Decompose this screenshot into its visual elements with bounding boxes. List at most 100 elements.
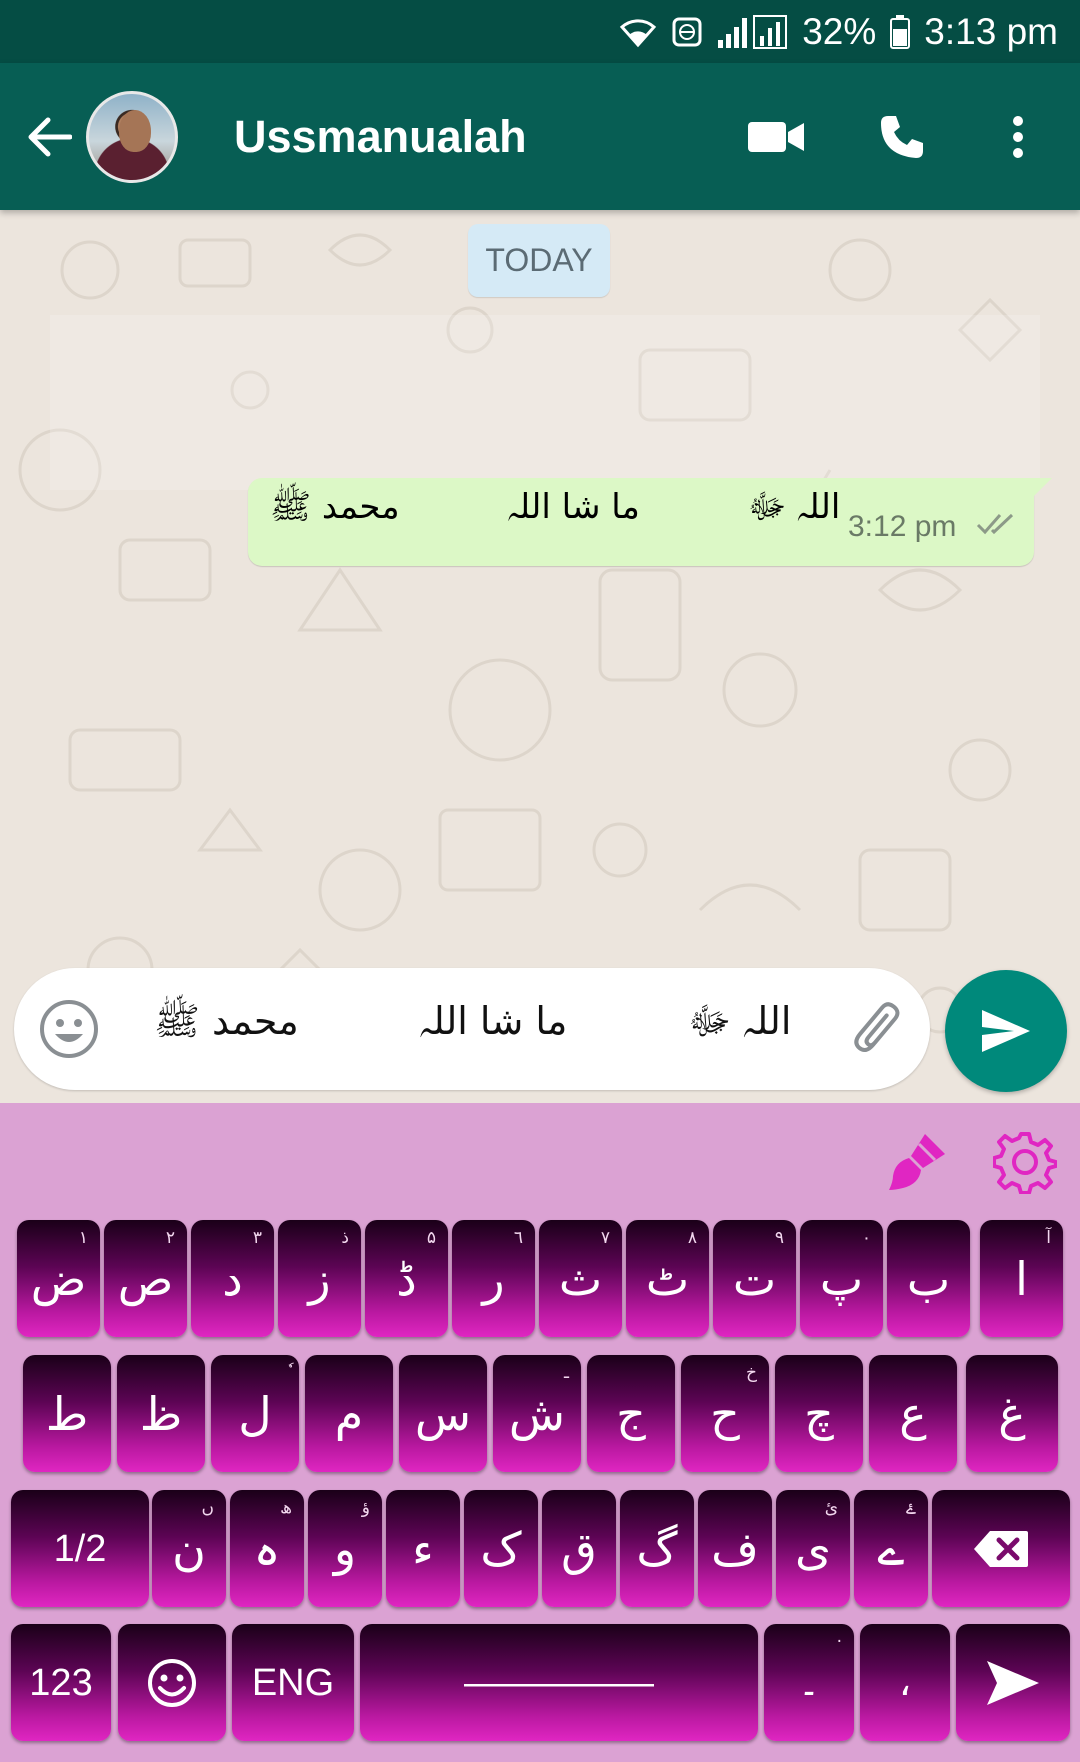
key-label: ح [710,1386,740,1441]
comma-key[interactable]: ، [860,1624,950,1741]
key-hint: ؤ [361,1498,370,1518]
key-label: ————— [464,1661,654,1704]
key-label: 123 [29,1661,93,1704]
video-call-icon[interactable] [728,89,824,185]
key-hint: خ [746,1363,757,1383]
key[interactable]: س [399,1355,487,1472]
key[interactable]: ط [23,1355,111,1472]
key-label: ظ [139,1386,183,1441]
key[interactable]: ج [587,1355,675,1472]
emoji-icon [148,1658,196,1707]
outgoing-message[interactable]: اللہ ﷻ ما شا اللہ محمد ﷺ 3:12 pm [248,478,1052,566]
paperclip-icon[interactable] [850,1000,912,1062]
key-label: د [222,1251,243,1306]
backspace-key[interactable] [932,1490,1070,1607]
key[interactable]: اآ [980,1220,1063,1337]
key[interactable]: گ [620,1490,694,1607]
message-text: اللہ ﷻ ما شا اللہ محمد ﷺ [270,487,841,527]
key[interactable]: نں [152,1490,226,1607]
key-hint: ۹ [774,1228,784,1248]
key[interactable]: غ [966,1355,1058,1472]
key[interactable]: ٹ۸ [626,1220,709,1337]
more-vert-icon[interactable] [970,89,1066,185]
key[interactable]: ہھ [230,1490,304,1607]
key-label: ض [30,1251,87,1306]
wallpaper-band [50,315,1040,490]
key[interactable]: ء [386,1490,460,1607]
key[interactable]: ظ [117,1355,205,1472]
enter-key[interactable] [956,1624,1070,1741]
message-time: 3:12 pm [848,510,957,543]
key-label: ط [45,1386,89,1441]
key-label: ۔ [797,1661,821,1704]
key[interactable]: ث۷ [539,1220,622,1337]
key[interactable]: ےۓ [854,1490,928,1607]
emoji-icon[interactable] [38,998,100,1060]
phone-icon[interactable] [854,89,950,185]
key-label: 1/2 [53,1527,107,1570]
key-label: ر [482,1251,505,1306]
urdu-keyboard: ض۱ص۲د۳زذڈ۵ر٦ث۷ٹ۸ت۹پ۰باآطظلٗمسشـجحخچعغ1/2… [0,1103,1080,1762]
key-label: ع [899,1386,927,1441]
date-divider: TODAY [468,224,610,297]
key-hint: ـ [564,1363,569,1383]
message-input[interactable]: اللہ ﷻ ما شا اللہ محمد ﷺ [154,998,814,1053]
language-key[interactable]: ENG [232,1624,354,1741]
key[interactable]: ڈ۵ [365,1220,448,1337]
key[interactable]: م [305,1355,393,1472]
key-label: ث [558,1251,603,1306]
key-label: س [414,1386,472,1441]
key-label: ب [906,1251,951,1306]
key[interactable]: د۳ [191,1220,274,1337]
key[interactable]: ت۹ [713,1220,796,1337]
page-toggle-key[interactable]: 1/2 [11,1490,149,1607]
key[interactable]: ر٦ [452,1220,535,1337]
key[interactable]: زذ [278,1220,361,1337]
space-key[interactable]: ————— [360,1624,758,1741]
key[interactable]: ق [542,1490,616,1607]
emoji-key[interactable] [118,1624,226,1741]
key[interactable]: ص۲ [104,1220,187,1337]
key[interactable]: حخ [681,1355,769,1472]
numbers-key[interactable]: 123 [11,1624,111,1741]
back-arrow-icon[interactable] [14,102,84,172]
message-composer: اللہ ﷻ ما شا اللہ محمد ﷺ [14,968,930,1090]
key[interactable]: ب [887,1220,970,1337]
key-label: ہ [253,1521,281,1576]
key-label: ENG [251,1661,335,1704]
double-tick-icon [976,513,1014,535]
avatar[interactable] [86,90,178,183]
key-label: ز [308,1251,331,1306]
key[interactable]: ف [698,1490,772,1607]
key[interactable]: ض۱ [17,1220,100,1337]
key-label: غ [998,1386,1026,1441]
key-hint: ٦ [513,1228,523,1248]
key-label: م [334,1386,364,1441]
clock: 3:13 pm [924,10,1058,52]
key[interactable]: ک [464,1490,538,1607]
settings-gear-icon[interactable] [990,1127,1060,1197]
key[interactable]: وؤ [308,1490,382,1607]
key-label: ت [732,1251,777,1306]
key-hint: ھ [280,1498,292,1518]
send-arrow-icon [987,1660,1039,1705]
key[interactable]: ع [869,1355,957,1472]
send-button[interactable] [945,970,1067,1092]
key[interactable]: لٗ [211,1355,299,1472]
key-hint: ں [201,1498,214,1518]
key-label: ء [412,1521,434,1576]
key[interactable]: یئ [776,1490,850,1607]
paintbrush-icon[interactable] [882,1127,952,1197]
key[interactable]: چ [775,1355,863,1472]
contact-name[interactable]: Ussmanualah [234,111,728,163]
key-hint: ۸ [687,1228,697,1248]
key-label: ن [172,1521,206,1576]
key-label: ف [711,1521,759,1576]
key[interactable]: پ۰ [800,1220,883,1337]
key-hint: ۓ [906,1499,916,1519]
key-label: ش [508,1386,566,1441]
signal-icon [716,14,788,50]
key-hint: ۰ [861,1228,871,1248]
key[interactable]: شـ [493,1355,581,1472]
period-key[interactable]: ۔ · [764,1624,854,1741]
